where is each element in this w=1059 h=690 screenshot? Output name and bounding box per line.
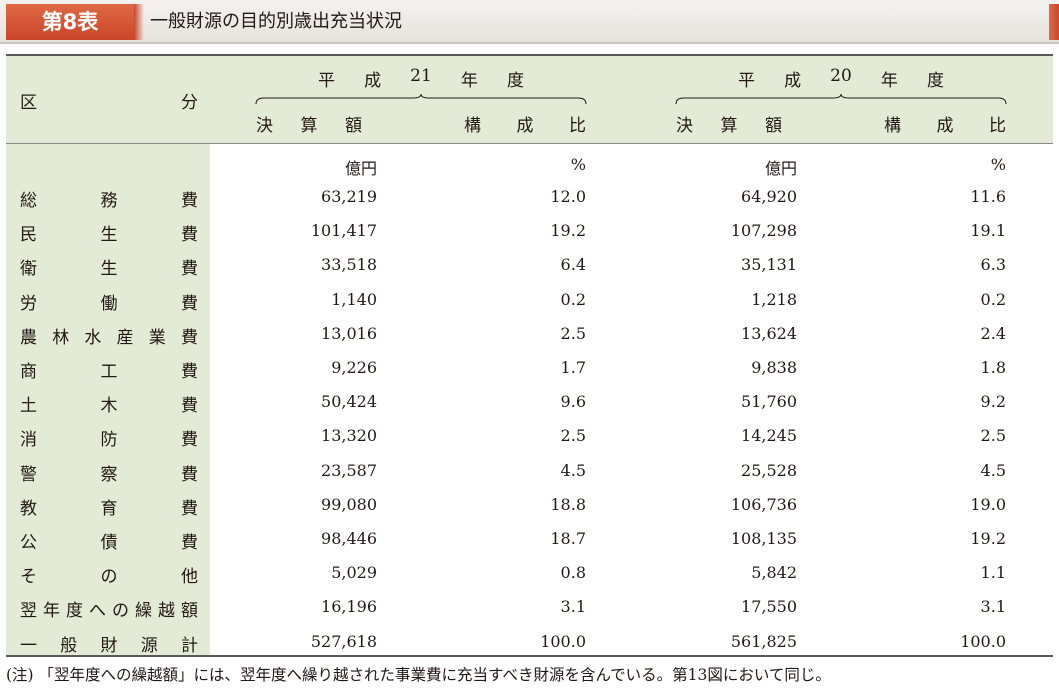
fy21-brace: [255, 93, 587, 105]
fy20-amount-cell: 106,736: [730, 494, 797, 514]
fy21-ratio-cell: 19.2: [550, 221, 586, 241]
fy21-amount-cell: 33,518: [321, 255, 377, 275]
row-label: 一般財源計: [20, 635, 198, 656]
fy21-amount-cell: 13,320: [321, 426, 377, 446]
fy20-ratio-cell: 9.2: [980, 392, 1006, 412]
fy20-amount-cell: 13,624: [741, 323, 797, 343]
row-label: 教育費: [20, 498, 198, 519]
row-label: 警察費: [20, 464, 198, 485]
fy21-ratio-cell: 100.0: [540, 631, 586, 651]
fy20-brace: [675, 93, 1007, 105]
row-label: 総務費: [20, 191, 198, 211]
fy21-ratio-cell: 2.5: [560, 426, 586, 446]
fy21-ratio-cell: 18.8: [550, 494, 586, 514]
fy21-amount-cell: 23,587: [321, 460, 377, 480]
fy21-ratio-cell: 9.6: [560, 392, 586, 412]
fy21-ratio-cell: 6.4: [560, 255, 586, 275]
row-label: 農林水産業費: [20, 327, 198, 348]
fy20-amount-cell: 25,528: [741, 460, 797, 480]
fy21-ratio-cell: 1.7: [560, 358, 586, 377]
fy20-ratio-cell: 2.5: [980, 426, 1006, 446]
table-title-bar: 第8表 一般財源の目的別歳出充当状況: [0, 0, 1059, 44]
fy20-ratio-cell: 0.2: [980, 289, 1006, 309]
fy21-amount-cell: 50,424: [321, 392, 377, 412]
fy20-amount-cell: 561,825: [730, 631, 797, 651]
fy20-amount-cell: 14,245: [741, 426, 797, 446]
fy21-ratio-cell: 0.8: [560, 563, 586, 583]
fy20-amount-cell: 108,135: [730, 529, 797, 548]
row-label: 公債費: [20, 533, 198, 553]
fy21-ratio-cell: 3.1: [560, 597, 586, 617]
fy20-ratio-cell: 100.0: [960, 631, 1006, 651]
fy20-ratio-cell: 19.2: [970, 529, 1006, 548]
fy20-amount-cell: 107,298: [730, 221, 797, 241]
table-title: 一般財源の目的別歳出充当状況: [150, 11, 402, 32]
fy20-ratio-header: 構成比: [884, 116, 1006, 136]
fy21-amount-cell: 99,080: [321, 494, 377, 514]
fy20-amount-cell: 51,760: [741, 392, 797, 412]
header-separator-rule: [6, 143, 1053, 144]
row-label: 土木費: [20, 396, 198, 417]
fy21-amount-cell: 9,226: [331, 358, 377, 377]
fy21-ratio-header: 構成比: [464, 116, 586, 136]
fy20-ratio-cell: 3.1: [980, 597, 1006, 617]
fy20-ratio-cell: 19.0: [970, 494, 1006, 514]
fy20-unit-ratio: %: [990, 155, 1006, 174]
footnote: (注) 「翌年度への繰越額」には、翌年度へ繰り越された事業費に充当すべき財源を含…: [6, 666, 831, 684]
fy20-amount-cell: 9,838: [751, 358, 797, 377]
fy21-unit-amount: 億円: [344, 159, 377, 178]
fy21-ratio-cell: 0.2: [560, 289, 586, 309]
fy21-ratio-cell: 12.0: [550, 187, 586, 206]
fy21-ratio-cell: 2.5: [560, 323, 586, 343]
fy20-unit-amount: 億円: [764, 159, 797, 178]
fy21-amount-cell: 101,417: [310, 221, 377, 241]
fy20-amount-cell: 5,842: [751, 563, 797, 583]
row-label: 消防費: [20, 430, 198, 451]
fy21-amount-cell: 98,446: [321, 529, 377, 548]
fy20-amount-cell: 1,218: [751, 289, 797, 309]
fy21-amount-cell: 527,618: [310, 631, 377, 651]
row-label: その他: [20, 567, 198, 588]
fy20-ratio-cell: 4.5: [980, 460, 1006, 480]
table-top-rule: [6, 54, 1053, 56]
row-label: 衛生費: [20, 259, 198, 280]
row-label: 翌年度への繰越額: [20, 601, 198, 622]
fy20-ratio-cell: 11.6: [970, 187, 1006, 206]
fy21-amount-cell: 16,196: [321, 597, 377, 617]
fy20-amount-cell: 17,550: [741, 597, 797, 617]
fy20-ratio-cell: 19.1: [970, 221, 1006, 241]
fy20-ratio-cell: 1.1: [980, 563, 1006, 583]
row-label: 商工費: [20, 362, 198, 382]
fy20-amount-cell: 35,131: [741, 255, 797, 275]
table-number-badge: 第8表: [6, 4, 144, 40]
row-label: 民生費: [20, 225, 198, 246]
fy21-ratio-cell: 4.5: [560, 460, 586, 480]
fy20-ratio-cell: 6.3: [980, 255, 1006, 275]
header-fy20: 平成 20 年度: [738, 66, 944, 91]
fy21-amount-header: 決算額: [256, 116, 362, 136]
header-row-label: 区分: [20, 93, 198, 113]
fy21-ratio-cell: 18.7: [550, 529, 586, 548]
fy21-amount-cell: 63,219: [321, 187, 377, 206]
fy20-ratio-cell: 1.8: [980, 358, 1006, 377]
fy20-amount-cell: 64,920: [741, 187, 797, 206]
fy21-amount-cell: 13,016: [321, 323, 377, 343]
fy21-amount-cell: 5,029: [331, 563, 377, 583]
fy20-ratio-cell: 2.4: [980, 323, 1006, 343]
fy21-amount-cell: 1,140: [331, 289, 377, 309]
fy21-unit-ratio: %: [570, 155, 586, 174]
title-accent-tab: [1049, 4, 1059, 40]
header-fy21: 平成 21 年度: [318, 66, 524, 91]
row-label: 労働費: [20, 293, 198, 314]
fy20-amount-header: 決算額: [676, 116, 782, 136]
